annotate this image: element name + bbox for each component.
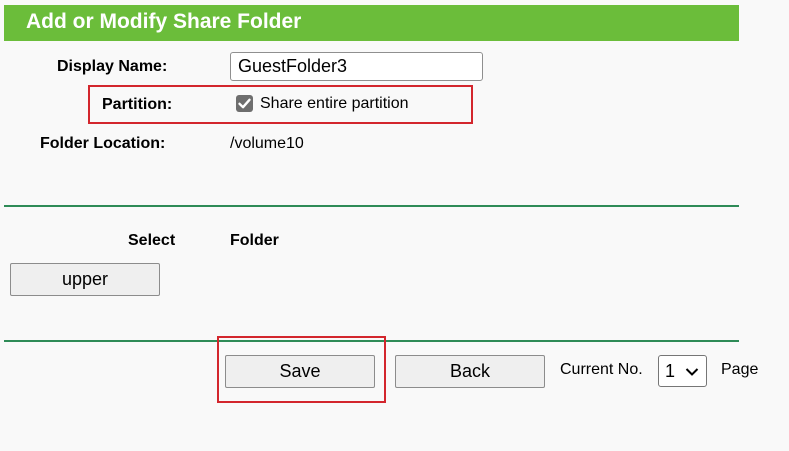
checkmark-icon	[238, 98, 251, 109]
page-label: Page	[721, 361, 759, 378]
back-button[interactable]: Back	[395, 355, 545, 388]
display-name-label: Display Name:	[57, 58, 168, 75]
page-title: Add or Modify Share Folder	[26, 10, 302, 33]
share-entire-partition-label: Share entire partition	[260, 95, 409, 112]
share-entire-partition-checkbox[interactable]	[236, 95, 253, 112]
folder-column-header: Folder	[230, 232, 279, 249]
current-no-value: 1	[665, 361, 676, 381]
select-column-header: Select	[128, 232, 176, 249]
display-name-input[interactable]	[230, 52, 483, 81]
page-header: Add or Modify Share Folder	[4, 5, 739, 41]
current-no-label: Current No.	[560, 361, 643, 378]
upper-button[interactable]: upper	[10, 263, 160, 296]
current-no-select[interactable]: 1	[658, 355, 707, 387]
folder-location-label: Folder Location:	[40, 135, 166, 152]
save-button[interactable]: Save	[225, 355, 375, 388]
section-divider	[4, 205, 739, 207]
chevron-down-icon	[685, 368, 699, 376]
folder-location-value: /volume10	[230, 135, 304, 152]
partition-label: Partition:	[102, 96, 173, 113]
